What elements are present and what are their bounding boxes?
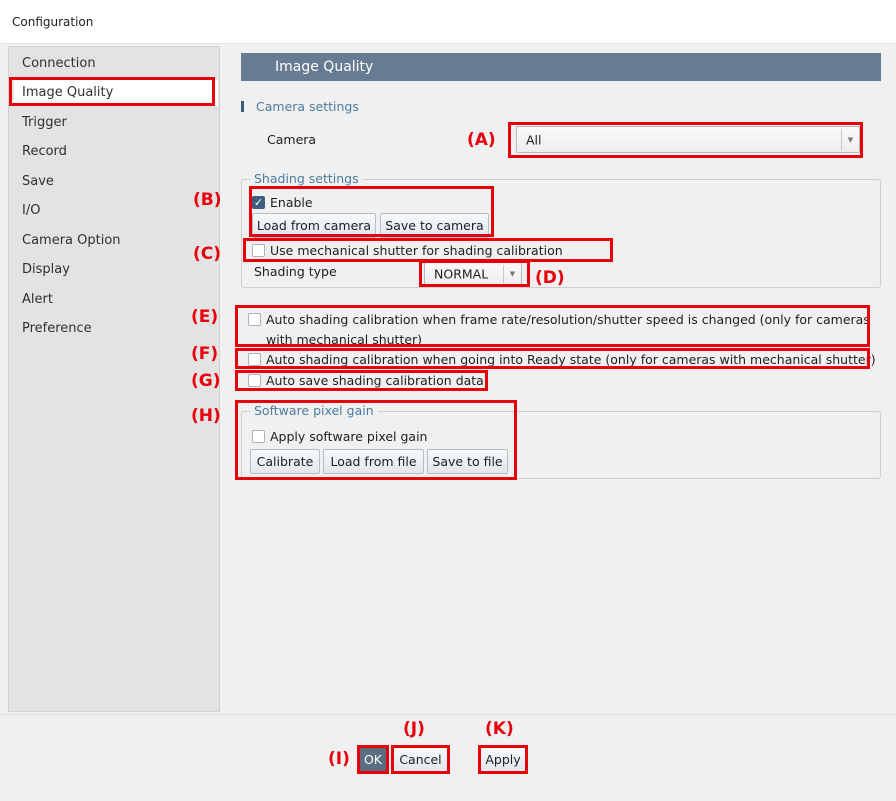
sidebar-item-connection[interactable]: Connection	[14, 51, 218, 77]
checkbox-box	[252, 244, 265, 257]
annotation-i: (I)	[328, 749, 350, 769]
calibrate-button[interactable]: Calibrate	[250, 449, 320, 474]
sidebar: Connection Image Quality Trigger Record …	[8, 46, 220, 712]
shading-settings-legend: Shading settings	[250, 171, 363, 187]
checkbox-box	[248, 374, 261, 387]
annotation-f: (F)	[191, 344, 219, 364]
sidebar-item-trigger[interactable]: Trigger	[14, 110, 218, 136]
camera-settings-label: Camera settings	[256, 99, 359, 114]
footer-divider	[0, 714, 896, 715]
auto-calib-ready-label: Auto shading calibration when going into…	[266, 352, 876, 367]
enable-label: Enable	[270, 195, 313, 210]
sidebar-item-camera-option[interactable]: Camera Option	[14, 228, 218, 254]
sidebar-item-record[interactable]: Record	[14, 139, 218, 165]
shading-type-select[interactable]: NORMAL ▼	[424, 262, 522, 286]
sidebar-item-preference[interactable]: Preference	[14, 316, 218, 342]
annotation-j: (J)	[403, 719, 425, 739]
mech-shutter-label: Use mechanical shutter for shading calib…	[270, 243, 563, 258]
shading-type-value: NORMAL	[434, 266, 489, 282]
annotation-d: (D)	[535, 268, 565, 288]
sidebar-item-display[interactable]: Display	[14, 257, 218, 283]
load-from-camera-button[interactable]: Load from camera	[252, 213, 376, 238]
sidebar-item-io[interactable]: I/O	[14, 198, 218, 224]
sidebar-item-save[interactable]: Save	[14, 169, 218, 195]
apply-pixel-gain-label: Apply software pixel gain	[270, 429, 428, 444]
title-bar: Configuration	[0, 0, 896, 44]
annotation-e: (E)	[191, 307, 219, 327]
auto-save-label: Auto save shading calibration data	[266, 373, 484, 388]
shading-type-label: Shading type	[254, 264, 337, 279]
save-to-camera-button[interactable]: Save to camera	[380, 213, 489, 238]
checkbox-box	[248, 353, 261, 366]
checkbox-box	[252, 430, 265, 443]
annotation-b: (B)	[193, 190, 222, 210]
camera-label: Camera	[267, 132, 317, 147]
checkbox-box	[248, 313, 261, 326]
save-to-file-button[interactable]: Save to file	[427, 449, 508, 474]
annotation-h: (H)	[191, 406, 221, 426]
camera-settings-heading: Camera settings	[241, 99, 359, 114]
annotation-c: (C)	[193, 244, 222, 264]
sidebar-item-alert[interactable]: Alert	[14, 287, 218, 313]
section-marker	[241, 101, 244, 112]
camera-select[interactable]: All ▼	[516, 126, 860, 153]
apply-button[interactable]: Apply	[480, 747, 526, 772]
annotation-k: (K)	[485, 719, 514, 739]
chevron-down-icon: ▼	[841, 129, 859, 150]
auto-calib-change-label-line2: with mechanical shutter)	[266, 332, 423, 347]
chevron-down-icon: ▼	[503, 265, 521, 283]
ok-button[interactable]: OK	[359, 747, 387, 772]
cancel-button[interactable]: Cancel	[393, 747, 448, 772]
camera-select-value: All	[526, 132, 542, 147]
annotation-g: (G)	[191, 371, 221, 391]
load-from-file-button[interactable]: Load from file	[323, 449, 424, 474]
auto-calib-change-label-line1: Auto shading calibration when frame rate…	[266, 312, 870, 327]
annotation-a: (A)	[467, 130, 496, 150]
sidebar-item-image-quality[interactable]: Image Quality	[14, 80, 218, 106]
check-icon: ✓	[252, 196, 265, 209]
content-panel: Image Quality Camera settings Camera All…	[230, 46, 896, 712]
page-title: Image Quality	[241, 53, 881, 81]
pixel-gain-legend: Software pixel gain	[250, 403, 378, 419]
window-title: Configuration	[12, 15, 94, 29]
